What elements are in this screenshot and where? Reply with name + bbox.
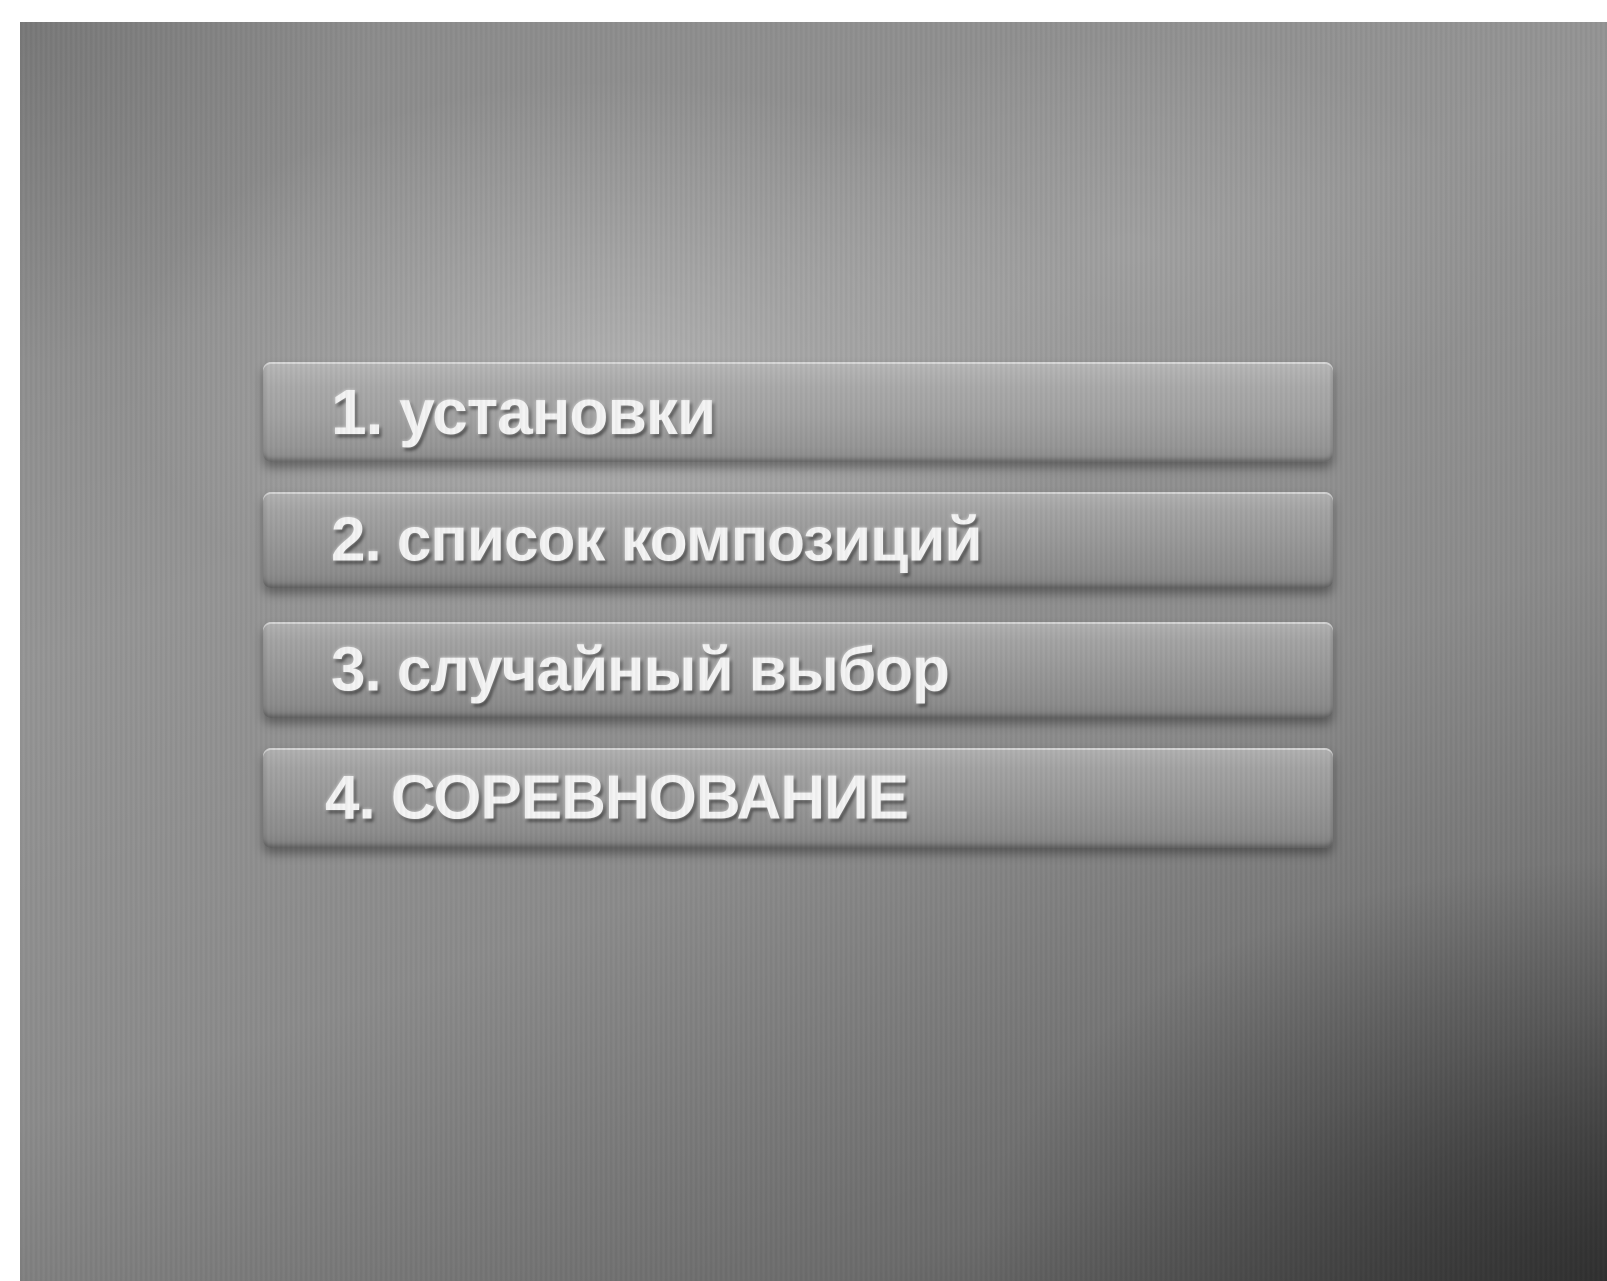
menu-item-label: 2. список композиций bbox=[331, 505, 982, 575]
menu-item-label: 1. установки bbox=[331, 376, 716, 448]
tv-screen: 1. установки 2. список композиций 3. слу… bbox=[20, 22, 1607, 1281]
menu-item-track-list[interactable]: 2. список композиций bbox=[263, 492, 1333, 588]
menu-item-label: 4. СОРЕВНОВАНИЕ bbox=[325, 763, 909, 833]
menu-item-competition[interactable]: 4. СОРЕВНОВАНИЕ bbox=[263, 748, 1333, 848]
main-menu: 1. установки 2. список композиций 3. слу… bbox=[263, 362, 1333, 882]
menu-item-random-choice[interactable]: 3. случайный выбор bbox=[263, 622, 1333, 718]
menu-item-label: 3. случайный выбор bbox=[331, 635, 950, 705]
menu-item-settings[interactable]: 1. установки bbox=[263, 362, 1333, 462]
